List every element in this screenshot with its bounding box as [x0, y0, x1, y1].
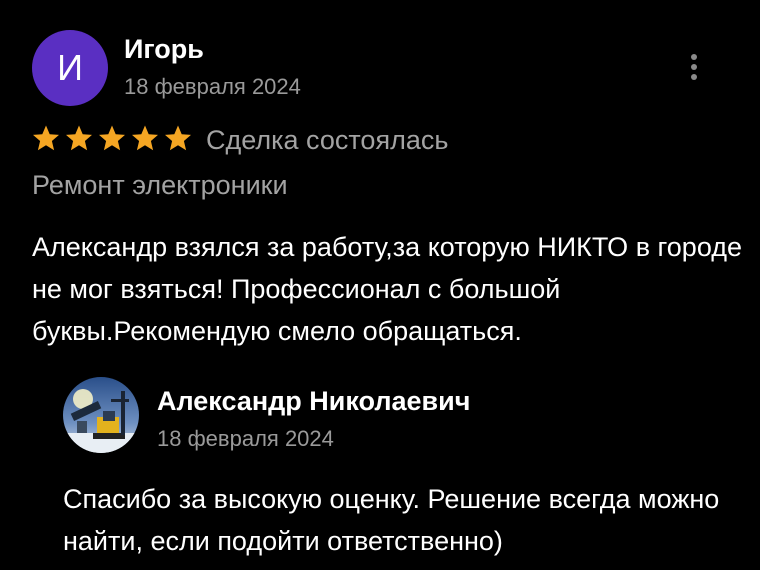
reply-text: Спасибо за высокую оценку. Решение всегд… — [63, 484, 720, 556]
excavator-photo — [63, 377, 139, 453]
service-category: Ремонт электроники — [32, 170, 288, 200]
star-icon — [132, 125, 158, 151]
reply-avatar[interactable] — [63, 377, 139, 453]
more-options-button[interactable] — [680, 50, 708, 84]
star-icon — [66, 125, 92, 151]
author-initial: И — [57, 47, 83, 88]
star-icon — [165, 125, 191, 151]
author-name[interactable]: Игорь — [124, 34, 204, 65]
review-date: 18 февраля 2024 — [124, 74, 301, 99]
review-text: Александр взялся за работу,за которую НИ… — [32, 232, 743, 346]
reply-author-name[interactable]: Александр Николаевич — [157, 386, 470, 417]
star-icon — [33, 125, 59, 151]
rating-stars — [32, 124, 192, 152]
author-avatar[interactable]: И — [32, 30, 108, 106]
more-vertical-icon — [691, 54, 697, 80]
reply-date: 18 февраля 2024 — [157, 426, 334, 451]
star-icon — [99, 125, 125, 151]
deal-status: Сделка состоялась — [206, 125, 449, 155]
